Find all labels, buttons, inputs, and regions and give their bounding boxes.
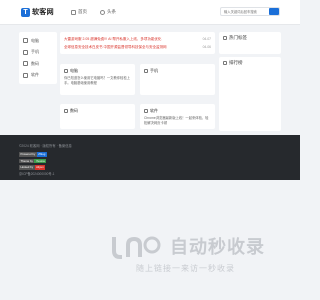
footer-badges: Powered by Zblog Theme by Yuuma Hosted b… [19,152,47,170]
badge-theme[interactable]: Theme by Yuuma [19,158,47,163]
site-footer: ©2024 软客网 · 版权所有 · 备案信息 Powered by Zblog… [0,135,300,180]
category-sidebar: 电脑 手机 数码 软件 [19,32,57,84]
site-logo[interactable]: T 软客网 [21,7,54,17]
sidebar-item-computer[interactable]: 电脑 [19,35,57,47]
notice-text: 大雷游戏服 2.05 超满免费!!! AI 帮开私服入上线，多项功能优化 [64,36,162,41]
category-card-digital[interactable]: 数码 [60,104,135,129]
home-icon [71,9,76,15]
card-text: Chrome浏览器最新版上线！一起来体验，轻松解决网页卡顿 [144,116,209,125]
notice-panel: 大雷游戏服 2.05 超满免费!!! AI 帮开私服入上线，多项功能优化 04-… [60,32,215,54]
card-header: 数码 [64,107,131,114]
panel-title: 排行榜 [229,60,243,65]
nav-item-home[interactable]: 首页 [71,9,87,15]
notice-item[interactable]: 全球信息安全技术白皮书 中国开源监督领导科技保全与安全监测网 04-06 [64,43,211,51]
sidebar-item-label: 软件 [31,72,39,78]
badge-right: Yuuma [34,158,47,163]
badge-right: Aliyun [34,165,46,170]
logo-text: 软客网 [32,9,54,16]
sidebar-item-label: 数码 [31,60,39,66]
rank-icon [223,61,227,65]
computer-icon [23,38,28,44]
software-icon [144,108,148,113]
sidebar-item-phone[interactable]: 手机 [19,47,57,59]
watermark-logo-icon [112,236,161,259]
card-title: 电脑 [70,67,78,73]
logo-mark: T [21,7,30,17]
icp-note[interactable]: 京ICP备2024000000号-1 [19,171,54,176]
card-header: 手机 [144,67,211,74]
panel-title: 热门标签 [229,35,247,40]
panel-header: 排行榜 [223,60,277,66]
notice-date: 04-06 [202,45,211,49]
card-text: 你已知道怎么使用它电脑吗？一文教你轻松上手。电脑基础使用教程 [64,76,130,85]
news-icon [100,9,105,15]
badge-left: Theme by [19,158,35,163]
ranking-panel: 排行榜 [219,57,281,131]
sidebar-item-label: 手机 [31,49,39,55]
main-nav: 首页 头条 [71,9,116,15]
notice-date: 04-07 [202,37,211,41]
copyright-text: ©2024 软客网 · 版权所有 · 备案信息 [19,144,72,148]
badge-hosted[interactable]: Hosted by Aliyun [19,165,47,170]
nav-item-news[interactable]: 头条 [100,9,116,15]
badge-right: Zblog [36,152,47,157]
badge-left: Hosted by [19,165,35,170]
software-icon [23,72,28,78]
nav-label: 首页 [78,9,87,14]
badge-left: Powered by [19,152,37,157]
category-card-computer[interactable]: 电脑 你已知道怎么使用它电脑吗？一文教你轻松上手。电脑基础使用教程 [60,64,135,95]
hot-tags-panel: 热门标签 [219,32,281,54]
phone-icon [23,49,28,55]
watermark-subtitle: 随上链接一来访一秒收录 [136,264,235,273]
sidebar-item-digital[interactable]: 数码 [19,58,57,70]
category-card-software[interactable]: 软件 Chrome浏览器最新版上线！一起来体验，轻松解决网页卡顿 [140,104,215,129]
watermark: 自动秒收录 随上链接一来访一秒收录 [108,233,288,278]
notice-text: 全球信息安全技术白皮书 中国开源监督领导科技保全与安全监测网 [64,44,167,49]
card-title: 软件 [150,107,158,113]
card-header: 软件 [144,107,211,114]
nav-label: 头条 [107,9,116,14]
computer-icon [64,68,68,73]
search-button[interactable] [269,8,279,15]
badge-powered[interactable]: Powered by Zblog [19,152,47,157]
site-header: T 软客网 首页 头条 [0,0,300,25]
sidebar-item-label: 电脑 [31,37,39,43]
search-input[interactable] [221,8,269,15]
sidebar-item-software[interactable]: 软件 [19,70,57,82]
panel-header: 热门标签 [223,35,277,41]
card-title: 手机 [150,67,158,73]
category-card-phone[interactable]: 手机 [140,64,215,95]
watermark-title: 自动秒收录 [170,237,265,257]
card-header: 电脑 [64,67,131,74]
tag-icon [223,36,227,40]
digital-icon [64,108,68,113]
phone-icon [144,68,148,73]
notice-item[interactable]: 大雷游戏服 2.05 超满免费!!! AI 帮开私服入上线，多项功能优化 04-… [64,35,211,43]
search-box [220,7,280,16]
digital-icon [23,61,28,67]
card-title: 数码 [70,107,78,113]
